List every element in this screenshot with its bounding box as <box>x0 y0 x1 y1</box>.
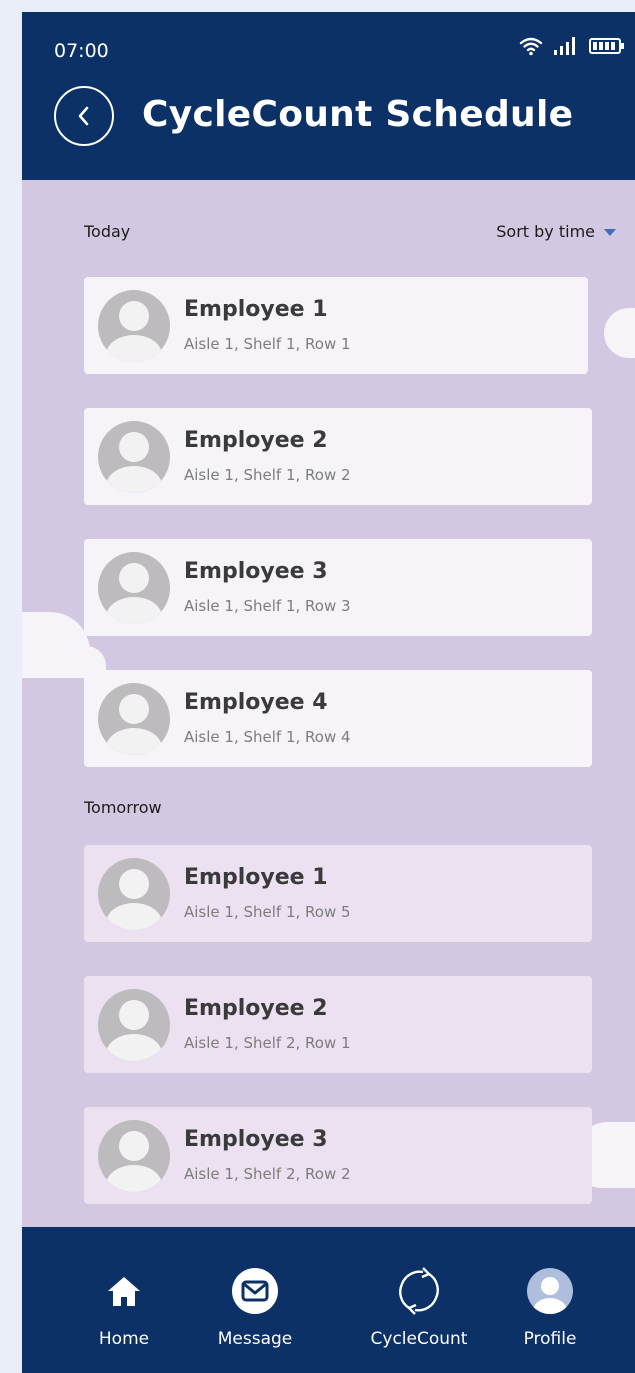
nav-label-home: Home <box>98 1329 150 1349</box>
envelope-icon <box>232 1268 278 1314</box>
employee-location: Aisle 1, Shelf 1, Row 5 <box>184 903 351 921</box>
wifi-icon <box>519 36 543 56</box>
app-header: 07:00 CycleCount Schedule <box>22 12 635 180</box>
schedule-card[interactable]: Employee 3 Aisle 1, Shelf 2, Row 2 <box>84 1107 592 1204</box>
employee-location: Aisle 1, Shelf 2, Row 2 <box>184 1165 351 1183</box>
nav-item-cyclecount[interactable]: CycleCount <box>359 1263 479 1349</box>
signal-icon <box>553 36 579 56</box>
employee-name: Employee 4 <box>184 690 328 715</box>
profile-icon <box>527 1268 573 1314</box>
section-label-tomorrow: Tomorrow <box>84 798 162 817</box>
schedule-card[interactable]: Employee 1 Aisle 1, Shelf 1, Row 5 <box>84 845 592 942</box>
nav-label-profile: Profile <box>523 1329 577 1349</box>
avatar-icon <box>98 290 170 362</box>
nav-item-profile[interactable]: Profile <box>490 1263 610 1349</box>
employee-location: Aisle 1, Shelf 1, Row 1 <box>184 335 351 353</box>
page-title: CycleCount Schedule <box>142 94 574 135</box>
employee-location: Aisle 1, Shelf 1, Row 3 <box>184 597 351 615</box>
avatar-icon <box>98 858 170 930</box>
employee-name: Employee 3 <box>184 1127 328 1152</box>
employee-name: Employee 3 <box>184 559 328 584</box>
employee-name: Employee 2 <box>184 428 328 453</box>
section-label-today: Today <box>84 222 131 241</box>
employee-name: Employee 1 <box>184 865 328 890</box>
caret-down-icon <box>604 228 616 236</box>
chevron-left-icon <box>78 106 89 126</box>
nav-label-message: Message <box>217 1329 293 1349</box>
home-icon <box>108 1277 140 1306</box>
employee-name: Employee 2 <box>184 996 328 1021</box>
avatar-icon <box>98 421 170 493</box>
nav-item-home[interactable]: Home <box>64 1263 184 1349</box>
employee-location: Aisle 1, Shelf 2, Row 1 <box>184 1034 351 1052</box>
avatar-icon <box>98 1120 170 1192</box>
schedule-card[interactable]: Employee 3 Aisle 1, Shelf 1, Row 3 <box>84 539 592 636</box>
nav-label-cyclecount: CycleCount <box>370 1329 468 1349</box>
nav-item-message[interactable]: Message <box>195 1263 315 1349</box>
avatar-icon <box>98 683 170 755</box>
employee-location: Aisle 1, Shelf 1, Row 2 <box>184 466 351 484</box>
status-time: 07:00 <box>54 40 109 62</box>
status-icons <box>519 36 625 56</box>
sort-dropdown[interactable]: Sort by time <box>496 222 617 241</box>
schedule-card[interactable]: Employee 2 Aisle 1, Shelf 2, Row 1 <box>84 976 592 1073</box>
back-button[interactable] <box>54 86 114 146</box>
employee-name: Employee 1 <box>184 297 328 322</box>
battery-icon <box>589 36 625 56</box>
schedule-card[interactable]: Employee 2 Aisle 1, Shelf 1, Row 2 <box>84 408 592 505</box>
phone-screen: 07:00 CycleCount Schedule Today Sort by … <box>22 12 635 1373</box>
sort-label: Sort by time <box>496 222 595 241</box>
cloud-decoration-right-top <box>604 308 635 358</box>
schedule-card[interactable]: Employee 1 Aisle 1, Shelf 1, Row 1 <box>84 277 588 374</box>
bottom-nav: Home Message CycleCount Profile <box>22 1227 635 1373</box>
refresh-icon <box>399 1267 439 1315</box>
avatar-icon <box>98 989 170 1061</box>
employee-location: Aisle 1, Shelf 1, Row 4 <box>184 728 351 746</box>
schedule-card[interactable]: Employee 4 Aisle 1, Shelf 1, Row 4 <box>84 670 592 767</box>
avatar-icon <box>98 552 170 624</box>
